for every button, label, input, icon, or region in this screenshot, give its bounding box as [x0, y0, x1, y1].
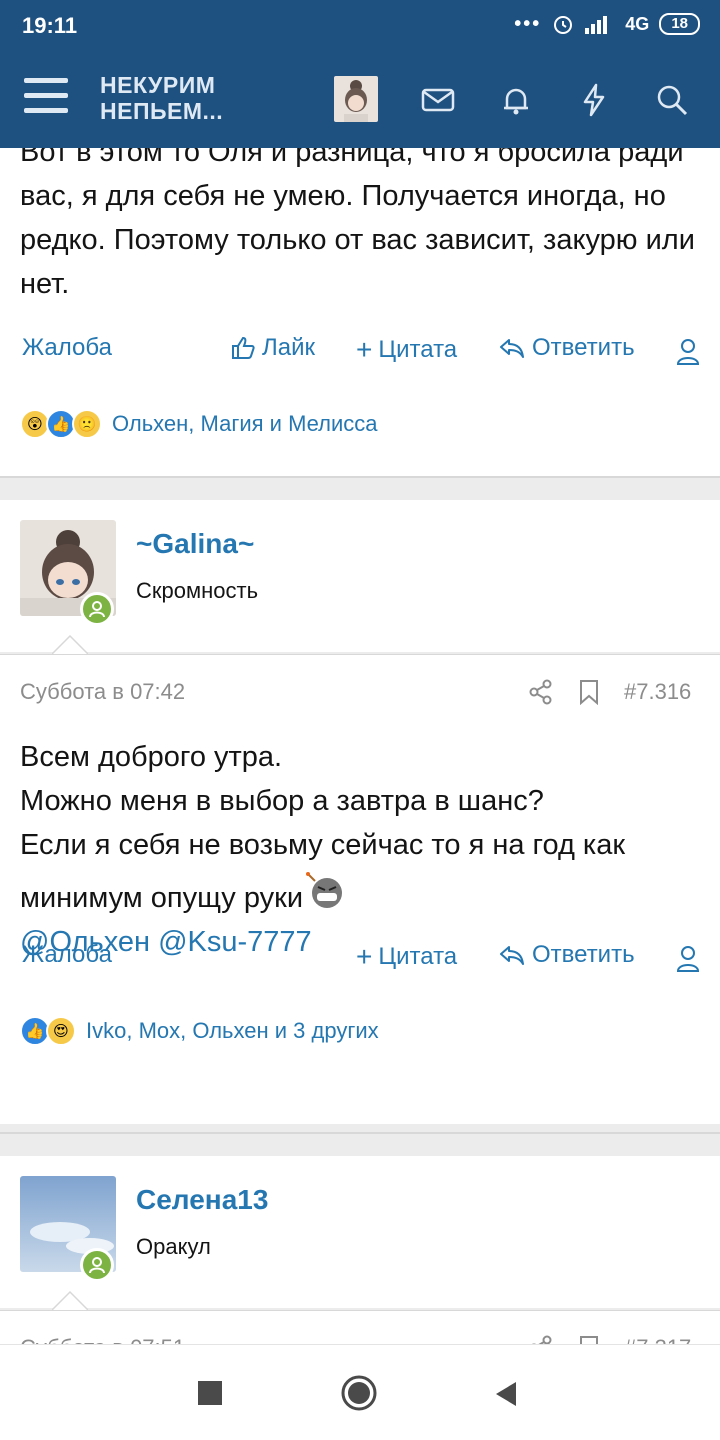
post-meta: Суббота в 07:42 #7.316	[0, 675, 720, 715]
app-header: 19:11 ••• 4G 18 НЕКУРИМ НЕПЬЕМ...	[0, 0, 720, 148]
bookmark-icon[interactable]	[578, 679, 600, 705]
message-line: Если я себя не возьму сейчас то я на год…	[20, 829, 626, 861]
post-date[interactable]: Суббота в 07:51	[20, 1335, 185, 1344]
message-line: Можно меня в выбор а завтра в шанс?	[20, 785, 544, 817]
reactions-bar[interactable]: 😲 👍 🙁 Ольхен, Магия и Мелисса	[20, 404, 378, 444]
user-rank: Скромность	[136, 578, 259, 603]
online-status-icon	[80, 1248, 114, 1282]
quote-label: Цитата	[378, 943, 458, 970]
love-reaction-icon: 😍	[46, 1016, 76, 1046]
online-status-icon	[80, 592, 114, 626]
post-user-header: ~Galina~ Скромность	[0, 500, 720, 654]
message-line: минимум опущу руки	[20, 882, 304, 914]
message-pointer	[52, 634, 88, 654]
thumbs-up-icon	[232, 336, 255, 359]
post-card: Суббота в 07:42 #7.316 Всем доброго утра…	[0, 654, 720, 1124]
message-pointer	[52, 1290, 88, 1310]
reactions-users[interactable]: Ольхен, Магия и Мелисса	[112, 411, 378, 437]
plus-icon: +	[356, 334, 373, 365]
home-icon[interactable]	[341, 1375, 377, 1411]
report-link[interactable]: Жалоба	[22, 941, 112, 969]
user-rank: Оракул	[136, 1234, 211, 1259]
network-label: 4G	[625, 13, 650, 34]
thread-content: Вот в этом то Оля и разница, что я броси…	[0, 148, 720, 1344]
post-card: Суббота в 07:51 #7.317	[0, 1310, 720, 1344]
bell-icon[interactable]	[498, 82, 534, 118]
system-navigation-bar	[0, 1344, 720, 1440]
quote-label: Цитата	[378, 336, 458, 363]
message-line: Всем доброго утра.	[20, 741, 283, 773]
reply-label: Ответить	[532, 941, 635, 968]
share-icon[interactable]	[528, 679, 554, 705]
username[interactable]: ~Galina~	[136, 528, 254, 560]
status-time: 19:11	[22, 13, 78, 38]
post-card: Вот в этом то Оля и разница, что я броси…	[0, 148, 720, 476]
like-label: Лайк	[262, 334, 316, 361]
post-number[interactable]: #7.317	[624, 1335, 691, 1344]
logo-line1: НЕКУРИМ	[100, 72, 216, 98]
message-line-with-smiley: минимум опущу руки	[20, 871, 710, 920]
bookmark-icon[interactable]	[578, 1335, 600, 1344]
angry-bomb-smiley-icon	[306, 872, 343, 908]
post-number[interactable]: #7.316	[624, 679, 691, 705]
user-icon[interactable]	[676, 338, 700, 366]
username[interactable]: Селена13	[136, 1184, 268, 1216]
navigation-bar: НЕКУРИМ НЕПЬЕМ...	[0, 52, 720, 148]
quote-button[interactable]: + Цитата	[356, 941, 457, 973]
post-message: Вот в этом то Оля и разница, что я броси…	[20, 148, 695, 300]
post-user-header: Селена13 Оракул	[0, 1156, 720, 1310]
back-icon[interactable]	[494, 1381, 518, 1407]
reply-button[interactable]: Ответить	[498, 941, 635, 969]
like-button[interactable]: Лайк	[230, 334, 315, 362]
post-message: Всем доброго утра. Можно меня в выбор а …	[20, 735, 710, 964]
divider	[0, 1132, 720, 1134]
reply-button[interactable]: Ответить	[498, 334, 635, 362]
reactions-bar[interactable]: 👍 😍 Ivko, Mox, Ольхен и 3 других	[20, 1011, 379, 1051]
user-icon[interactable]	[676, 945, 700, 973]
more-dots-icon: •••	[514, 12, 542, 35]
plus-icon: +	[356, 941, 373, 972]
reply-icon	[500, 946, 524, 965]
reactions-users[interactable]: Ivko, Mox, Ольхен и 3 других	[86, 1018, 379, 1044]
post-meta: Суббота в 07:51 #7.317	[0, 1331, 720, 1344]
signal-icon	[585, 16, 608, 34]
battery-indicator: 18	[659, 13, 700, 35]
logo-line2: НЕПЬЕМ...	[100, 98, 224, 124]
menu-icon[interactable]	[24, 78, 68, 118]
reply-icon	[500, 339, 524, 358]
reply-label: Ответить	[532, 334, 635, 361]
search-icon[interactable]	[654, 82, 690, 118]
post-actions: Жалоба Лайк + Цитата Ответить	[0, 330, 720, 370]
user-avatar[interactable]	[334, 76, 378, 122]
report-link[interactable]: Жалоба	[22, 334, 112, 362]
alarm-icon	[554, 16, 573, 34]
share-icon[interactable]	[528, 1335, 554, 1344]
quote-button[interactable]: + Цитата	[356, 334, 457, 366]
post-actions: Жалоба + Цитата Ответить	[0, 937, 720, 977]
sad-reaction-icon: 🙁	[72, 409, 102, 439]
post-date[interactable]: Суббота в 07:42	[20, 679, 185, 705]
mail-icon[interactable]	[420, 82, 456, 118]
lightning-icon[interactable]	[576, 82, 612, 118]
divider	[0, 476, 720, 478]
site-logo[interactable]: НЕКУРИМ НЕПЬЕМ...	[100, 72, 223, 124]
recent-apps-icon[interactable]	[198, 1381, 222, 1405]
status-bar: 19:11 ••• 4G 18	[0, 0, 720, 52]
